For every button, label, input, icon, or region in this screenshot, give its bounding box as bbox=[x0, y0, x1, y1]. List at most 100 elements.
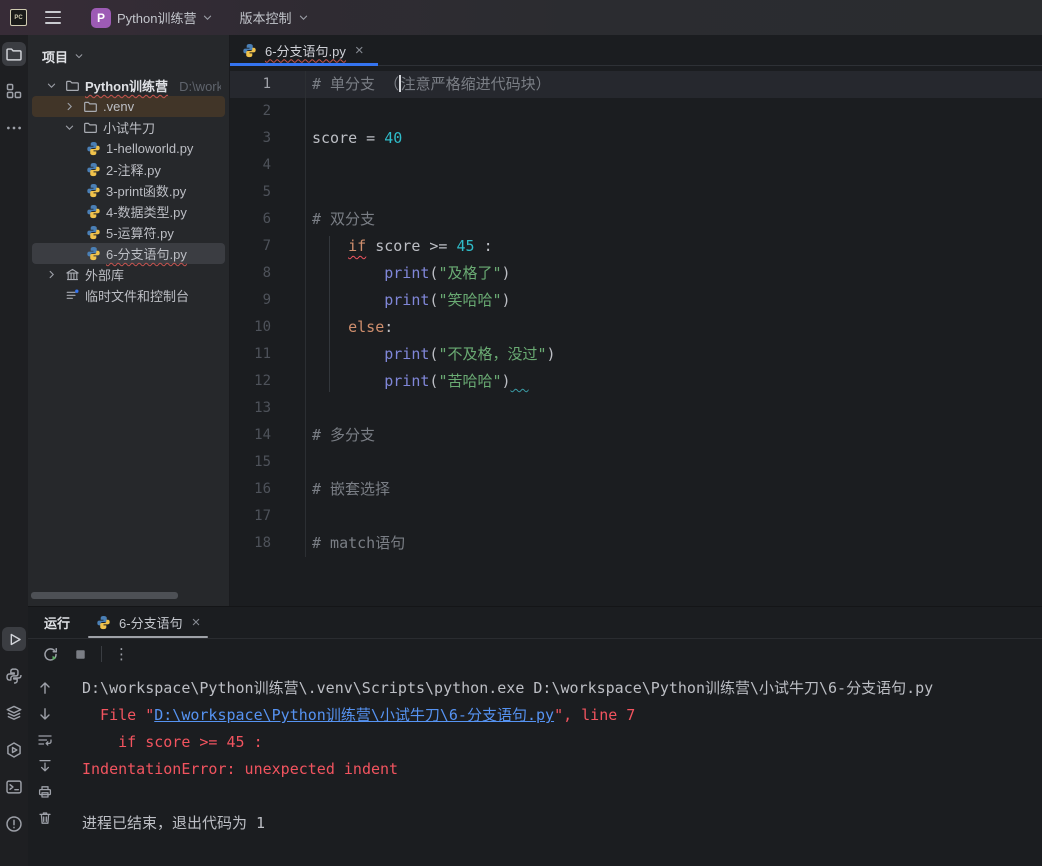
code-token: score >= bbox=[366, 237, 457, 255]
code-token: print bbox=[384, 264, 430, 282]
up-stacktrace-button[interactable] bbox=[36, 679, 54, 697]
console-toolbar bbox=[28, 675, 62, 866]
line-number: 8 bbox=[262, 265, 271, 281]
code-token: print bbox=[384, 345, 430, 363]
clear-all-button[interactable] bbox=[36, 809, 54, 827]
print-button[interactable] bbox=[36, 783, 54, 801]
code-line-10[interactable]: 10 else: bbox=[230, 314, 1042, 341]
code-line-7[interactable]: 7 if score >= 45 : bbox=[230, 233, 1042, 260]
more-icon bbox=[7, 126, 21, 130]
tree-item-1-helloworld.py[interactable]: 1-helloworld.py bbox=[32, 138, 225, 159]
code-line-12[interactable]: 12 print("苦哈哈") bbox=[230, 368, 1042, 395]
run-toolbar: ⋮ bbox=[28, 639, 1042, 669]
project-tool-button[interactable] bbox=[2, 42, 26, 66]
code-token: score = bbox=[312, 129, 385, 147]
tree-item-2-注释.py[interactable]: 2-注释.py bbox=[32, 159, 225, 180]
services-tool-button[interactable] bbox=[2, 701, 26, 725]
close-icon[interactable]: × bbox=[190, 615, 203, 630]
code-line-text bbox=[305, 98, 1042, 125]
code-token: ) bbox=[546, 345, 556, 363]
commit-icon bbox=[6, 83, 22, 99]
tree-item-4-数据类型.py[interactable]: 4-数据类型.py bbox=[32, 201, 225, 222]
tree-item-.venv[interactable]: .venv bbox=[32, 96, 225, 117]
terminal-tool-button[interactable] bbox=[2, 775, 26, 799]
tree-item-6-分支语句.py[interactable]: 6-分支语句.py bbox=[32, 243, 225, 264]
code-line-1[interactable]: 1 # 单分支 （注意严格缩进代码块） bbox=[230, 71, 1042, 98]
code-line-2[interactable]: 2 bbox=[230, 98, 1042, 125]
tree-item-3-print函数.py[interactable]: 3-print函数.py bbox=[32, 180, 225, 201]
code-line-text: # match语句 bbox=[305, 530, 1042, 557]
code-line-14[interactable]: 14 # 多分支 bbox=[230, 422, 1042, 449]
indent-guide bbox=[329, 236, 330, 392]
code-line-3[interactable]: 3 score = 40 bbox=[230, 125, 1042, 152]
console-line: File "D:\workspace\Python训练营\小试牛刀\6-分支语句… bbox=[82, 702, 1042, 729]
code-line-17[interactable]: 17 bbox=[230, 503, 1042, 530]
title-bar: PC P Python训练营 版本控制 bbox=[0, 0, 1042, 35]
line-number: 6 bbox=[262, 211, 271, 227]
python-packages-tool-button[interactable] bbox=[2, 664, 26, 688]
run-panel-header: 运行 6-分支语句 × bbox=[28, 607, 1042, 639]
line-number: 4 bbox=[262, 157, 271, 173]
problems-tool-button[interactable] bbox=[2, 812, 26, 836]
tree-item-label: 小试牛刀 bbox=[103, 121, 156, 136]
soft-wrap-button[interactable] bbox=[36, 731, 54, 749]
code-line-8[interactable]: 8 print("及格了") bbox=[230, 260, 1042, 287]
tree-item-临时文件和控制台[interactable]: 临时文件和控制台 bbox=[32, 285, 225, 306]
line-number: 16 bbox=[254, 481, 271, 497]
run-icon bbox=[10, 633, 21, 645]
code-line-9[interactable]: 9 print("笑哈哈") bbox=[230, 287, 1042, 314]
code-line-4[interactable]: 4 bbox=[230, 152, 1042, 179]
code-token: # 嵌套选择 bbox=[312, 480, 391, 498]
code-line-text: print("不及格，没过") bbox=[305, 341, 1042, 368]
more-options-button[interactable]: ⋮ bbox=[114, 645, 129, 663]
traceback-link[interactable]: D:\workspace\Python训练营\小试牛刀\6-分支语句.py bbox=[154, 706, 554, 724]
main-menu-button[interactable] bbox=[39, 7, 67, 27]
python-file-icon bbox=[84, 246, 102, 261]
project-avatar: P bbox=[91, 7, 111, 28]
run-tab[interactable]: 6-分支语句 × bbox=[86, 607, 210, 638]
tree-item-5-运算符.py[interactable]: 5-运算符.py bbox=[32, 222, 225, 243]
code-line-18[interactable]: 18 # match语句 bbox=[230, 530, 1042, 557]
project-widget[interactable]: P Python训练营 bbox=[87, 5, 217, 31]
python-console-tool-button[interactable] bbox=[2, 738, 26, 762]
code-line-15[interactable]: 15 bbox=[230, 449, 1042, 476]
code-line-11[interactable]: 11 print("不及格，没过") bbox=[230, 341, 1042, 368]
code-area[interactable]: 1 # 单分支 （注意严格缩进代码块） 2 3 score = 40 4 5 6 # 双分支 7 … bbox=[230, 66, 1042, 606]
line-number: 7 bbox=[262, 238, 271, 254]
commit-tool-button[interactable] bbox=[2, 79, 26, 103]
code-line-text: # 单分支 （注意严格缩进代码块） bbox=[305, 71, 1042, 98]
code-line-5[interactable]: 5 bbox=[230, 179, 1042, 206]
tree-item-path: D:\workspace\Python训练营 bbox=[179, 79, 221, 94]
line-number: 18 bbox=[254, 535, 271, 551]
code-line-text: if score >= 45 : bbox=[305, 233, 1042, 260]
tree-item-label: 外部库 bbox=[85, 268, 125, 283]
run-tool-button[interactable] bbox=[2, 627, 26, 651]
vcs-widget[interactable]: 版本控制 bbox=[235, 5, 312, 30]
console-text: if score >= 45 : bbox=[82, 733, 263, 751]
chevron-down-icon[interactable] bbox=[44, 80, 59, 91]
editor-tab[interactable]: 6-分支语句.py × bbox=[230, 35, 378, 66]
code-line-16[interactable]: 16 # 嵌套选择 bbox=[230, 476, 1042, 503]
scroll-to-end-button[interactable] bbox=[36, 757, 54, 775]
code-line-13[interactable]: 13 bbox=[230, 395, 1042, 422]
tree-item-Python训练营[interactable]: Python训练营 D:\workspace\Python训练营 bbox=[32, 75, 225, 96]
tree-item-外部库[interactable]: 外部库 bbox=[32, 264, 225, 285]
code-line-6[interactable]: 6 # 双分支 bbox=[230, 206, 1042, 233]
rerun-button[interactable] bbox=[41, 645, 59, 663]
down-stacktrace-button[interactable] bbox=[36, 705, 54, 723]
python-file-icon bbox=[84, 183, 102, 198]
tree-item-小试牛刀[interactable]: 小试牛刀 bbox=[32, 117, 225, 138]
close-icon[interactable]: × bbox=[353, 43, 366, 58]
chevron-right-icon[interactable] bbox=[62, 101, 77, 112]
stop-button[interactable] bbox=[71, 645, 89, 663]
python-file-icon bbox=[84, 141, 102, 156]
chevron-right-icon[interactable] bbox=[44, 269, 59, 280]
chevron-down-icon[interactable] bbox=[62, 122, 77, 133]
project-horizontal-scrollbar[interactable] bbox=[31, 592, 178, 599]
more-tool-windows-button[interactable] bbox=[2, 116, 26, 140]
project-panel-header[interactable]: 项目 bbox=[28, 43, 229, 69]
tree-item-label: 3-print函数.py bbox=[106, 184, 187, 199]
console-output[interactable]: D:\workspace\Python训练营\.venv\Scripts\pyt… bbox=[62, 675, 1042, 866]
